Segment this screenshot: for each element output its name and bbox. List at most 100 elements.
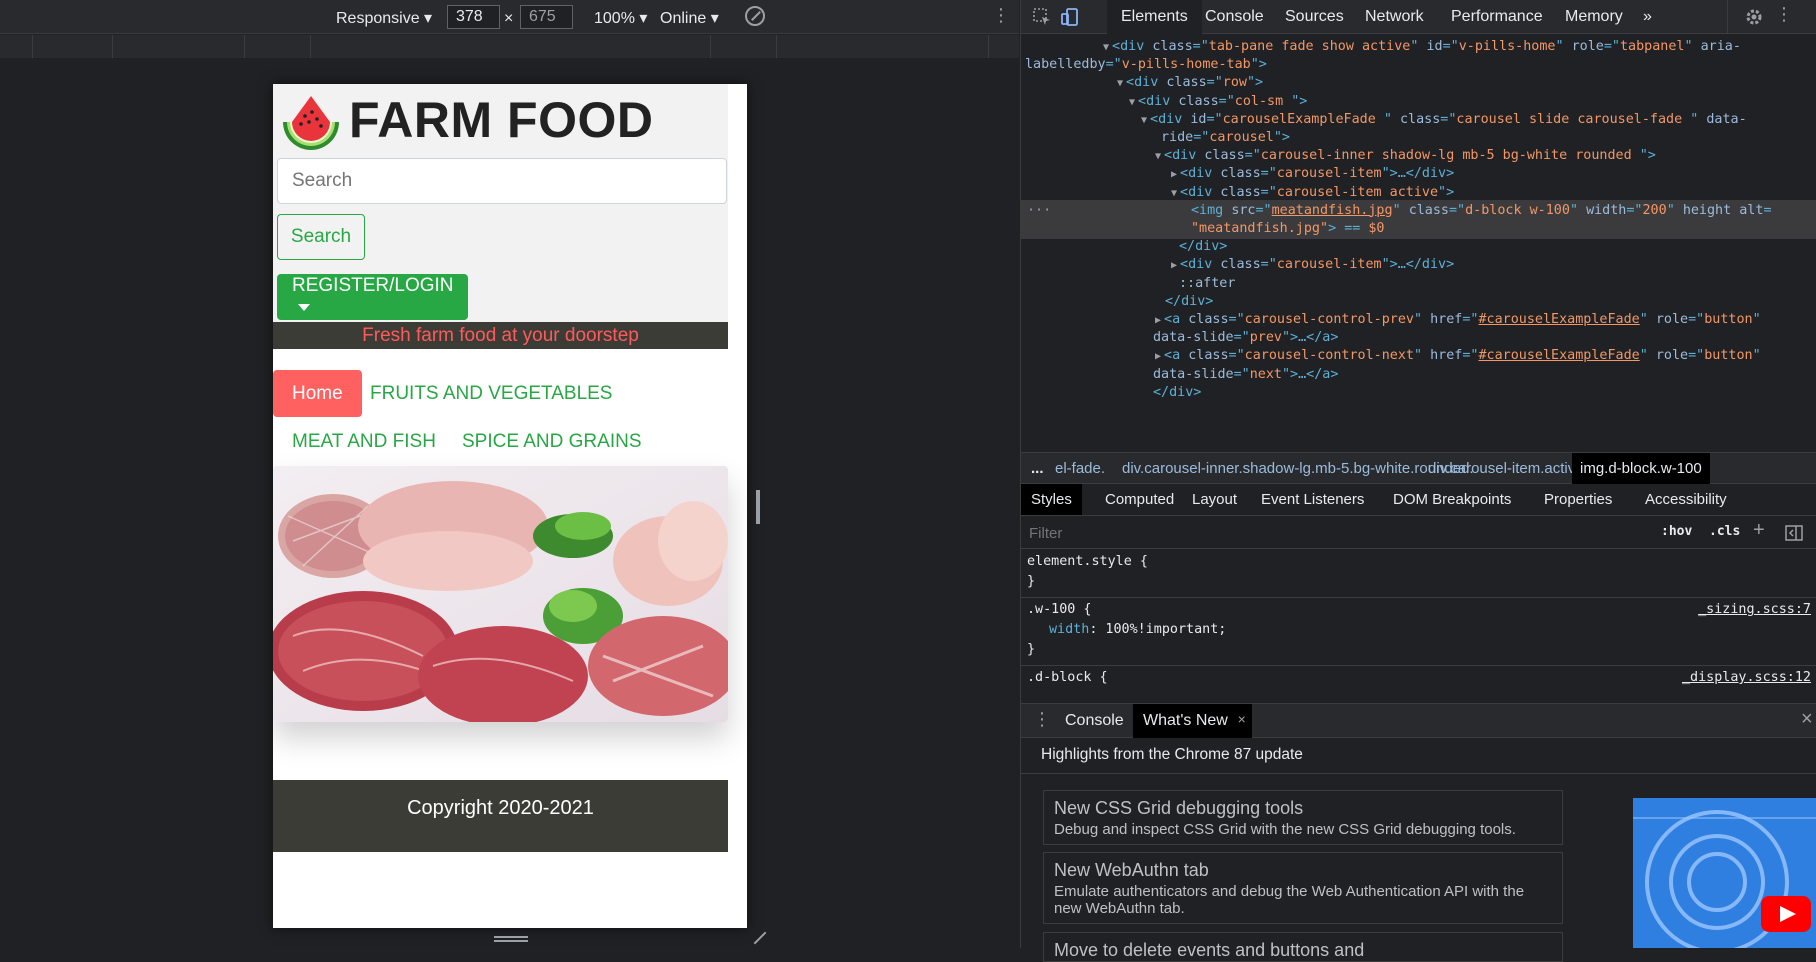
device-toggle-icon[interactable] [1059, 6, 1081, 28]
customize-menu-icon[interactable]: ⋮ [1775, 4, 1793, 25]
dom-token: carousel-control-prev [1244, 312, 1414, 327]
tab-elements[interactable]: Elements [1107, 0, 1202, 34]
dom-tree[interactable]: ▼ <div class="tab-pane fade show active" … [1021, 36, 1816, 452]
styles-pane[interactable]: element.style { } .w-100 { _sizing.scss:… [1021, 550, 1816, 700]
drawer-tab-console[interactable]: Console [1055, 704, 1134, 738]
nav-meat-and-fish[interactable]: MEAT AND FISH [273, 418, 455, 465]
register-login-dropdown[interactable]: REGISTER/LOGIN [277, 274, 468, 320]
drawer-tab-whats-new[interactable]: What's New × [1133, 704, 1252, 738]
more-tabs-icon[interactable]: » [1629, 0, 1666, 34]
breadcrumb-item[interactable]: div.carousel-item.active [1428, 453, 1584, 484]
subtab-styles[interactable]: Styles [1021, 484, 1082, 515]
throttle-select[interactable]: Online ▾ [660, 8, 719, 28]
new-rule-icon[interactable]: + [1753, 519, 1765, 542]
close-tab-icon[interactable]: × [1238, 702, 1246, 736]
breadcrumb-current[interactable]: img.d-block.w-100 [1572, 453, 1710, 484]
expand-triangle-icon[interactable]: ▼ [1103, 42, 1109, 53]
w100-property: width [1049, 622, 1090, 637]
brand[interactable]: FARM FOOD [279, 88, 653, 152]
resize-handle-corner[interactable] [752, 930, 766, 944]
dom-token: " [1639, 348, 1656, 364]
width-input[interactable] [447, 5, 500, 29]
tab-memory[interactable]: Memory [1551, 0, 1637, 34]
drawer-menu-icon[interactable]: ⋮ [1033, 709, 1051, 730]
dom-token: =" [1192, 39, 1209, 54]
collapsed-triangle-icon[interactable]: ▶ [1171, 169, 1177, 180]
dom-token: " [1392, 202, 1409, 218]
media-query-ruler[interactable] [0, 35, 1019, 58]
search-button[interactable]: Search [277, 214, 365, 260]
toggle-sidebar-icon[interactable] [1785, 525, 1803, 541]
settings-gear-icon[interactable] [1743, 6, 1765, 28]
expand-triangle-icon[interactable]: ▼ [1141, 115, 1147, 126]
close-drawer-icon[interactable]: × [1801, 708, 1813, 731]
nav-home[interactable]: Home [273, 370, 362, 417]
element-style-selector[interactable]: element.style { [1027, 552, 1148, 572]
dom-token: "> [1438, 184, 1455, 200]
height-input[interactable] [520, 5, 573, 29]
subtab-properties[interactable]: Properties [1534, 484, 1622, 515]
dom-token: =" [1228, 348, 1245, 364]
styles-filter-input[interactable] [1025, 521, 1645, 545]
whats-new-card[interactable]: Move to delete events and buttons and [1043, 932, 1563, 962]
nav-fruits-and-vegetables[interactable]: FRUITS AND VEGETABLES [351, 370, 631, 417]
nav-spice-and-grains[interactable]: SPICE AND GRAINS [443, 418, 661, 465]
tab-performance[interactable]: Performance [1437, 0, 1557, 34]
subtab-event-listeners[interactable]: Event Listeners [1251, 484, 1374, 515]
more-options-icon[interactable]: ⋮ [992, 5, 1010, 26]
dom-token: class [1220, 184, 1261, 200]
tab-sources[interactable]: Sources [1271, 0, 1358, 34]
resize-handle-right[interactable] [756, 490, 760, 524]
zoom-select[interactable]: 100% ▾ [594, 8, 647, 28]
inspect-element-icon[interactable] [1031, 6, 1053, 28]
dom-token: " [1413, 312, 1431, 327]
subtab-dom-breakpoints[interactable]: DOM Breakpoints [1383, 484, 1521, 515]
collapsed-triangle-icon[interactable]: ▶ [1155, 315, 1161, 326]
expand-triangle-icon[interactable]: ▼ [1171, 188, 1177, 199]
tab-console[interactable]: Console [1191, 0, 1278, 34]
devtools-tabbar: Elements Console Sources Network Perform… [1021, 0, 1816, 34]
expand-triangle-icon[interactable]: ▼ [1129, 97, 1135, 108]
search-input[interactable] [277, 158, 727, 204]
subtab-computed[interactable]: Computed [1095, 484, 1184, 515]
watermelon-icon [283, 96, 339, 150]
breadcrumb-item[interactable]: div.carousel-inner.shadow-lg.mb-5.bg-whi… [1122, 453, 1474, 484]
dom-token: =" [1228, 312, 1245, 327]
whats-new-card[interactable]: New WebAuthn tab Emulate authenticators … [1043, 852, 1563, 924]
expand-triangle-icon[interactable]: ▼ [1155, 151, 1161, 162]
dom-token: ">…</div> [1381, 257, 1455, 273]
card-description: Emulate authenticators and debug the Web… [1054, 883, 1525, 917]
hov-toggle[interactable]: :hov [1661, 524, 1692, 539]
caret-down-icon [298, 304, 310, 312]
carousel-image-meat-and-fish[interactable] [273, 466, 728, 722]
dom-token: =" [1233, 330, 1250, 346]
d-block-selector[interactable]: .d-block { [1027, 668, 1108, 688]
subtab-layout[interactable]: Layout [1182, 484, 1247, 515]
dom-token: </div> [1165, 293, 1214, 309]
d-block-source-link[interactable]: _display.scss:12 [1682, 668, 1811, 688]
breadcrumb-more[interactable]: ... [1031, 453, 1044, 484]
expand-triangle-icon[interactable]: ▼ [1117, 78, 1123, 89]
cls-toggle[interactable]: .cls [1709, 524, 1740, 539]
dom-token: <a [1164, 348, 1189, 364]
whats-new-card[interactable]: New CSS Grid debugging tools Debug and i… [1043, 790, 1563, 845]
dom-node-line[interactable]: </div> [1021, 382, 1201, 403]
rotate-icon[interactable] [745, 6, 765, 26]
w100-selector[interactable]: .w-100 { [1027, 600, 1092, 620]
dom-token: meatandfish.jpg [1271, 202, 1393, 218]
youtube-play-icon[interactable] [1761, 896, 1811, 932]
breadcrumb-item[interactable]: el-fade. [1055, 453, 1105, 484]
collapsed-triangle-icon[interactable]: ▶ [1155, 351, 1161, 362]
device-select[interactable]: Responsive ▾ [336, 8, 432, 28]
styles-filter-row: :hov .cls + [1021, 517, 1816, 549]
w100-declaration[interactable]: width: 100%!important; [1049, 620, 1226, 640]
collapsed-triangle-icon[interactable]: ▶ [1171, 260, 1177, 271]
tab-network[interactable]: Network [1351, 0, 1438, 34]
resize-handle-bottom[interactable] [494, 936, 528, 942]
dom-token: =" [1440, 111, 1457, 127]
w100-source-link[interactable]: _sizing.scss:7 [1698, 600, 1811, 620]
dom-token: <div [1164, 148, 1205, 164]
dom-token: col-sm [1234, 93, 1292, 109]
dom-token: role [1655, 348, 1689, 364]
subtab-accessibility[interactable]: Accessibility [1635, 484, 1737, 515]
